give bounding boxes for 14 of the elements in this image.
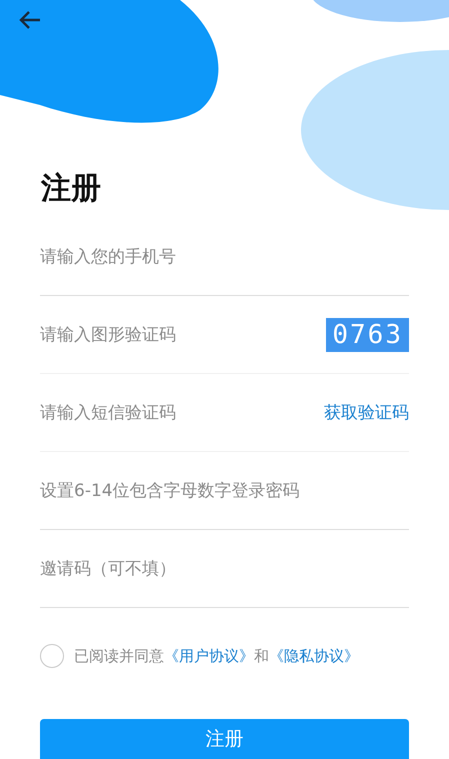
- input-field[interactable]: 请输入您的手机号: [40, 242, 409, 272]
- input-field[interactable]: 请输入短信验证码: [40, 398, 324, 428]
- agreement-link[interactable]: 《隐私协议》: [269, 646, 359, 664]
- page-title: 注册: [41, 170, 101, 208]
- input-field[interactable]: 请输入图形验证码: [40, 320, 326, 350]
- captcha-image[interactable]: 0763: [326, 318, 409, 352]
- agreement-text: 已阅读并同意《用户协议》和《隐私协议》: [74, 646, 359, 666]
- agreement-link[interactable]: 《用户协议》: [164, 646, 254, 664]
- input-field[interactable]: 邀请码（可不填）: [40, 554, 409, 584]
- get-code-button[interactable]: 获取验证码: [324, 401, 409, 424]
- back-arrow-icon[interactable]: [18, 10, 42, 30]
- register-button[interactable]: 注册: [40, 719, 409, 759]
- input-field[interactable]: 设置6-14位包含字母数字登录密码: [40, 476, 409, 506]
- agree-checkbox[interactable]: [40, 644, 64, 668]
